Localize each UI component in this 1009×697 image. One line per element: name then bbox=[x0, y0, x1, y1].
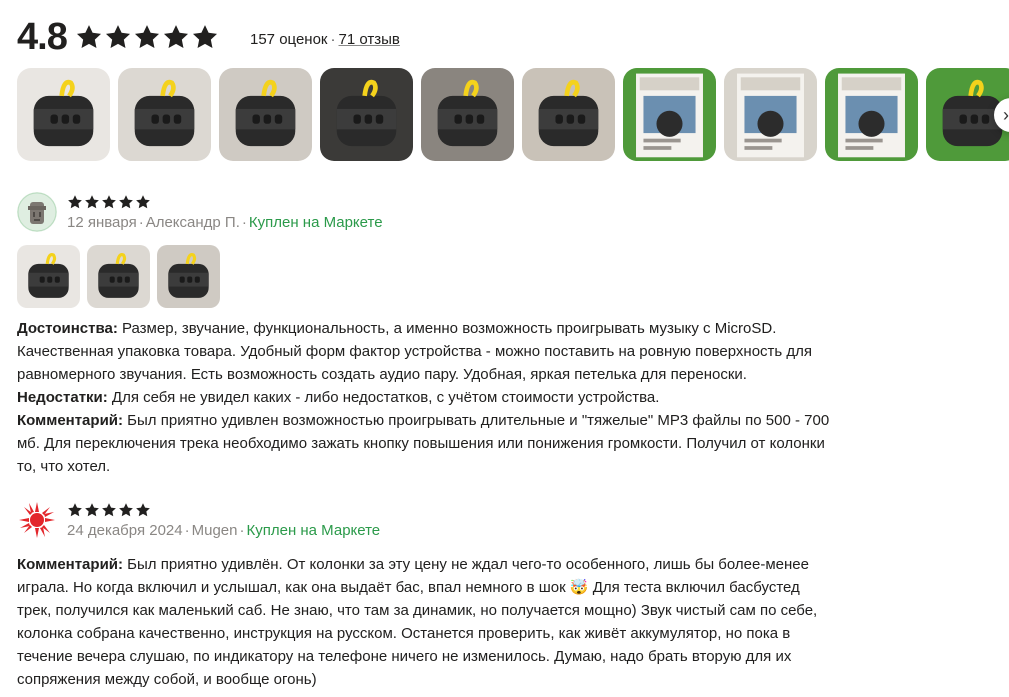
review-card: 12 января · Александр П. · Куплен на Маркете… bbox=[17, 192, 832, 482]
review-card: 24 декабря 2024 · Mugen · Куплен на Маркете … bbox=[17, 500, 832, 697]
moai-avatar-icon bbox=[17, 192, 57, 232]
review-cons-text: Для себя не увидел каких - либо недостат… bbox=[107, 389, 660, 406]
star-icon bbox=[136, 195, 150, 209]
star-icon bbox=[68, 503, 82, 517]
review-comment-text: Был приятно удивлен возможностью проигры… bbox=[17, 412, 830, 475]
rating-summary: 4.8 bbox=[17, 14, 219, 60]
rating-value: 4.8 bbox=[17, 16, 68, 58]
review-comment-text: Был приятно удивлён. От колонки за эту ц… bbox=[17, 556, 818, 688]
review-paragraph: Комментарий: Был приятно удивлён. От кол… bbox=[17, 553, 832, 691]
rating-stars bbox=[75, 23, 219, 51]
review-comment-label: Комментарий: bbox=[17, 556, 124, 573]
review-pros-text: Размер, звучание, функциональность, а им… bbox=[17, 320, 813, 383]
review-stars bbox=[67, 502, 151, 518]
verified-purchase-badge: Куплен на Маркете bbox=[246, 522, 381, 539]
review-date: 12 января bbox=[67, 214, 137, 231]
user-avatar[interactable] bbox=[17, 192, 57, 232]
review-meta: 12 января · Александр П. · Куплен на Маркете bbox=[67, 214, 383, 231]
user-avatar[interactable] bbox=[17, 500, 57, 540]
gallery-photo[interactable] bbox=[724, 68, 817, 161]
separator-dot: · bbox=[239, 522, 245, 539]
review-meta: 24 декабря 2024 · Mugen · Куплен на Маркете bbox=[67, 522, 380, 539]
star-icon bbox=[102, 503, 116, 517]
verified-purchase-badge: Куплен на Маркете bbox=[248, 214, 383, 231]
review-author[interactable]: Mugen bbox=[192, 522, 238, 539]
gallery-photo[interactable] bbox=[118, 68, 211, 161]
rating-counts: 157 оценок · 71 отзыв bbox=[250, 31, 400, 48]
review-pros-label: Достоинства: bbox=[17, 320, 118, 337]
review-text: Достоинства: Размер, звучание, функциона… bbox=[17, 317, 832, 478]
review-photo[interactable] bbox=[87, 245, 150, 308]
gallery-photo[interactable] bbox=[320, 68, 413, 161]
star-icon bbox=[192, 25, 217, 48]
star-icon bbox=[119, 503, 133, 517]
review-paragraph: Достоинства: Размер, звучание, функциона… bbox=[17, 317, 832, 386]
star-icon bbox=[134, 25, 159, 48]
review-photos bbox=[17, 245, 220, 308]
star-icon bbox=[76, 25, 101, 48]
star-icon bbox=[163, 25, 188, 48]
gallery-photo[interactable] bbox=[421, 68, 514, 161]
star-icon bbox=[119, 195, 133, 209]
review-stars bbox=[67, 194, 151, 210]
separator-dot: · bbox=[138, 214, 144, 231]
review-author[interactable]: Александр П. bbox=[146, 214, 240, 231]
gallery-photo[interactable] bbox=[522, 68, 615, 161]
sun-avatar-icon bbox=[17, 500, 57, 540]
review-date: 24 декабря 2024 bbox=[67, 522, 183, 539]
photo-gallery-strip bbox=[17, 68, 1009, 161]
separator-dot: · bbox=[330, 31, 336, 48]
reviews-count-link[interactable]: 71 отзыв bbox=[339, 31, 400, 48]
star-icon bbox=[85, 503, 99, 517]
star-icon bbox=[85, 195, 99, 209]
review-comment-label: Комментарий: bbox=[17, 412, 124, 429]
review-photo[interactable] bbox=[17, 245, 80, 308]
review-cons-label: Недостатки: bbox=[17, 389, 108, 406]
review-photo[interactable] bbox=[157, 245, 220, 308]
chevron-right-icon: › bbox=[1003, 105, 1009, 125]
review-text: Комментарий: Был приятно удивлён. От кол… bbox=[17, 553, 832, 691]
gallery-photo[interactable] bbox=[17, 68, 110, 161]
gallery-photo[interactable] bbox=[825, 68, 918, 161]
review-paragraph: Комментарий: Был приятно удивлен возможн… bbox=[17, 409, 832, 478]
review-paragraph: Недостатки: Для себя не увидел каких - л… bbox=[17, 386, 832, 409]
ratings-count: 157 оценок bbox=[250, 31, 328, 48]
gallery-photo[interactable] bbox=[219, 68, 312, 161]
separator-dot: · bbox=[241, 214, 247, 231]
star-icon bbox=[105, 25, 130, 48]
gallery-photo[interactable] bbox=[623, 68, 716, 161]
separator-dot: · bbox=[184, 522, 190, 539]
star-icon bbox=[68, 195, 82, 209]
star-icon bbox=[136, 503, 150, 517]
star-icon bbox=[102, 195, 116, 209]
